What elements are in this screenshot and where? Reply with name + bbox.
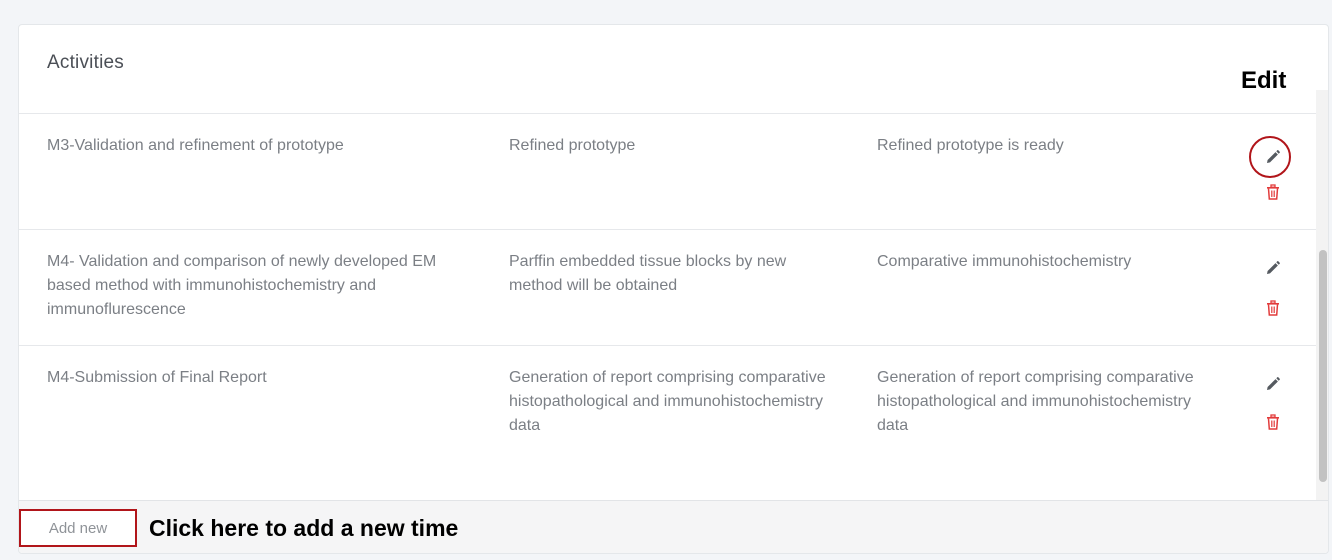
card-footer: Add new Click here to add a new time bbox=[19, 500, 1328, 553]
edit-button[interactable] bbox=[1259, 254, 1287, 282]
table-row: M3-Validation and refinement of prototyp… bbox=[19, 113, 1316, 229]
pencil-icon bbox=[1267, 377, 1280, 390]
outcome-cell: Comparative immunohistochemistry bbox=[877, 253, 1132, 270]
activity-cell: M4- Validation and comparison of newly d… bbox=[47, 253, 437, 318]
deliverable-cell: Generation of report comprising comparat… bbox=[509, 369, 826, 434]
activity-cell: M4-Submission of Final Report bbox=[47, 369, 267, 386]
delete-button[interactable] bbox=[1263, 298, 1283, 318]
edit-button[interactable] bbox=[1259, 143, 1287, 171]
trash-icon bbox=[1267, 300, 1279, 316]
edit-button[interactable] bbox=[1259, 370, 1287, 398]
outcome-cell: Generation of report comprising comparat… bbox=[877, 369, 1194, 434]
activities-card: Activities Edit M3-Validation and refine… bbox=[18, 24, 1329, 554]
pencil-icon bbox=[1267, 261, 1280, 274]
activity-cell: M3-Validation and refinement of prototyp… bbox=[47, 137, 344, 154]
trash-icon bbox=[1267, 184, 1279, 200]
add-new-annotation-label: Click here to add a new time bbox=[149, 515, 459, 541]
deliverable-cell: Refined prototype bbox=[509, 137, 636, 154]
trash-icon bbox=[1267, 414, 1279, 430]
add-new-button[interactable]: Add new bbox=[19, 509, 137, 547]
deliverable-cell: Parffin embedded tissue blocks by new me… bbox=[509, 253, 787, 294]
activities-list: M3-Validation and refinement of prototyp… bbox=[19, 113, 1316, 501]
outcome-cell: Refined prototype is ready bbox=[877, 137, 1064, 154]
card-title: Activities bbox=[47, 52, 124, 73]
delete-button[interactable] bbox=[1263, 412, 1283, 432]
table-row: M4- Validation and comparison of newly d… bbox=[19, 229, 1316, 345]
scrollbar-thumb[interactable] bbox=[1319, 250, 1327, 482]
edit-annotation-label: Edit bbox=[1241, 67, 1287, 94]
table-row: M4-Submission of Final Report Generation… bbox=[19, 345, 1316, 501]
pencil-icon bbox=[1267, 150, 1280, 163]
delete-button[interactable] bbox=[1263, 182, 1283, 202]
